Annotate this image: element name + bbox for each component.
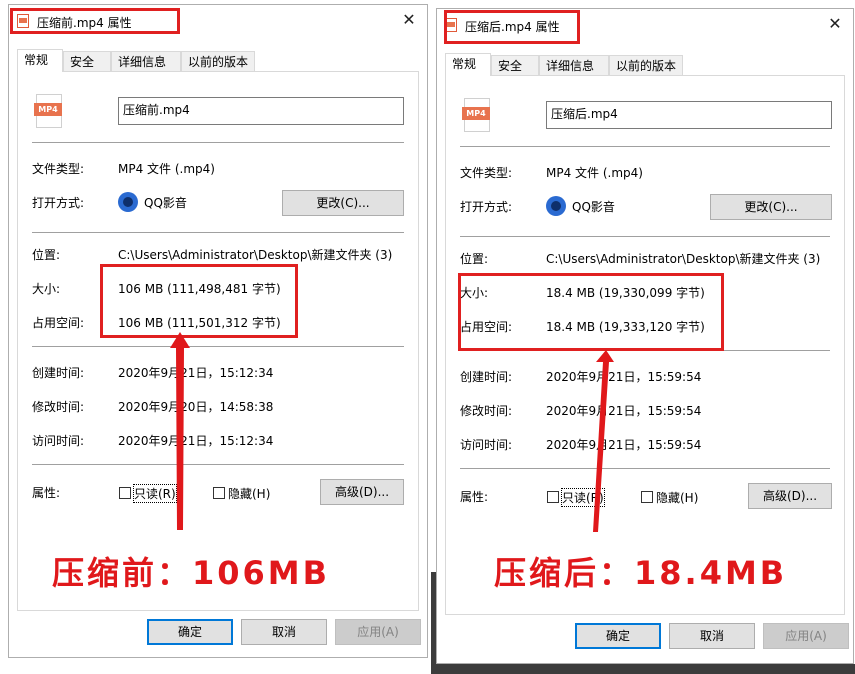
- arrow-up-before: [170, 332, 190, 530]
- tab-general[interactable]: 常规: [17, 49, 63, 72]
- arrow-up-after: [593, 350, 614, 532]
- caption-after: 压缩后：18.4MB: [494, 554, 788, 592]
- caption-before: 压缩前：106MB: [52, 554, 331, 592]
- tab-general[interactable]: 常规: [445, 53, 491, 76]
